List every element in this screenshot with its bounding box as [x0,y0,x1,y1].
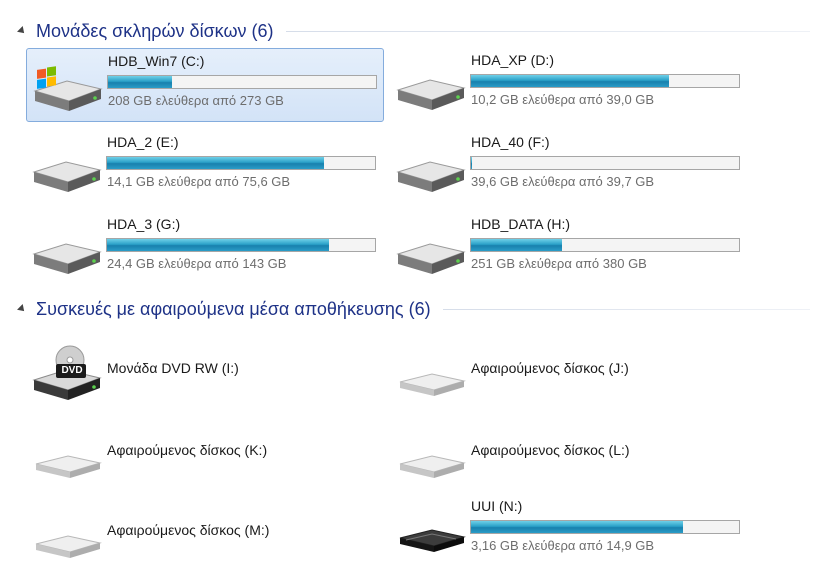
drive-name: HDB_DATA (H:) [471,216,571,232]
drive-name: UUI (N:) [471,498,523,514]
hard-disk-icon [392,218,468,280]
drive-usage-bar [107,75,377,89]
drive-name: HDA_40 (F:) [471,134,550,150]
drive-usage-bar [470,238,740,252]
drive-usage-bar [470,156,740,170]
drive-tile-h[interactable]: HDB_DATA (H:) 251 GB ελεύθερα από 380 GB [390,212,748,286]
removable-disk-icon [28,506,104,568]
group-title: Μονάδες σκληρών δίσκων (6) [36,20,274,41]
drive-free-space: 208 GB ελεύθερα από 273 GB [108,93,284,108]
collapse-arrow-icon[interactable] [17,304,27,314]
drive-tile-n[interactable]: UUI (N:) 3,16 GB ελεύθερα από 14,9 GB [390,494,748,568]
drive-tile-c[interactable]: HDB_Win7 (C:) 208 GB ελεύθερα από 273 GB [26,48,384,122]
dvd-badge-label: DVD [61,365,83,376]
drive-tile-k[interactable]: Αφαιρούμενος δίσκος (K:) [26,420,384,494]
drive-usage-bar [470,74,740,88]
drive-name: Αφαιρούμενος δίσκος (M:) [107,522,270,538]
drive-name: HDA_2 (E:) [107,134,179,150]
usb-drive-icon [392,500,468,562]
drive-usage-bar [470,520,740,534]
group-divider [442,308,810,310]
drive-tile-l[interactable]: Αφαιρούμενος δίσκος (L:) [390,420,748,494]
group-header-removable[interactable]: Συσκευές με αφαιρούμενα μέσα αποθήκευσης… [14,296,810,322]
drive-name: Αφαιρούμενος δίσκος (K:) [107,442,268,458]
removable-disk-icon [392,344,468,406]
drive-free-space: 24,4 GB ελεύθερα από 143 GB [107,256,287,271]
windows-drive-icon [29,55,105,117]
group-header-hard-disks[interactable]: Μονάδες σκληρών δίσκων (6) [14,18,810,44]
removable-disk-icon [28,426,104,488]
drive-tile-e[interactable]: HDA_2 (E:) 14,1 GB ελεύθερα από 75,6 GB [26,130,384,204]
drive-name: HDA_XP (D:) [471,52,554,68]
drive-name: Μονάδα DVD RW (I:) [107,360,239,376]
drive-tile-j[interactable]: Αφαιρούμενος δίσκος (J:) [390,338,748,412]
drive-tile-g[interactable]: HDA_3 (G:) 24,4 GB ελεύθερα από 143 GB [26,212,384,286]
drive-free-space: 3,16 GB ελεύθερα από 14,9 GB [471,538,655,553]
drive-free-space: 39,6 GB ελεύθερα από 39,7 GB [471,174,655,189]
drive-tile-m[interactable]: Αφαιρούμενος δίσκος (M:) [26,500,384,574]
hard-disk-icon [28,136,104,198]
drive-usage-bar [106,238,376,252]
drive-name: HDB_Win7 (C:) [108,53,205,69]
group-title: Συσκευές με αφαιρούμενα μέσα αποθήκευσης… [36,298,431,319]
hard-disk-icon [392,54,468,116]
drive-name: Αφαιρούμενος δίσκος (J:) [471,360,629,376]
drive-tile-i[interactable]: DVD Μονάδα DVD RW (I:) [26,338,384,412]
drive-tile-f[interactable]: HDA_40 (F:) 39,6 GB ελεύθερα από 39,7 GB [390,130,748,204]
collapse-arrow-icon[interactable] [17,26,27,36]
dvd-drive-icon: DVD [28,344,104,406]
drive-tile-d[interactable]: HDA_XP (D:) 10,2 GB ελεύθερα από 39,0 GB [390,48,748,122]
drive-name: Αφαιρούμενος δίσκος (L:) [471,442,630,458]
hard-disk-icon [392,136,468,198]
hard-disk-icon [28,218,104,280]
drive-usage-bar [106,156,376,170]
removable-disk-icon [392,426,468,488]
group-divider [285,30,810,32]
drive-name: HDA_3 (G:) [107,216,181,232]
drive-free-space: 10,2 GB ελεύθερα από 39,0 GB [471,92,655,107]
drive-free-space: 251 GB ελεύθερα από 380 GB [471,256,647,271]
drive-free-space: 14,1 GB ελεύθερα από 75,6 GB [107,174,291,189]
